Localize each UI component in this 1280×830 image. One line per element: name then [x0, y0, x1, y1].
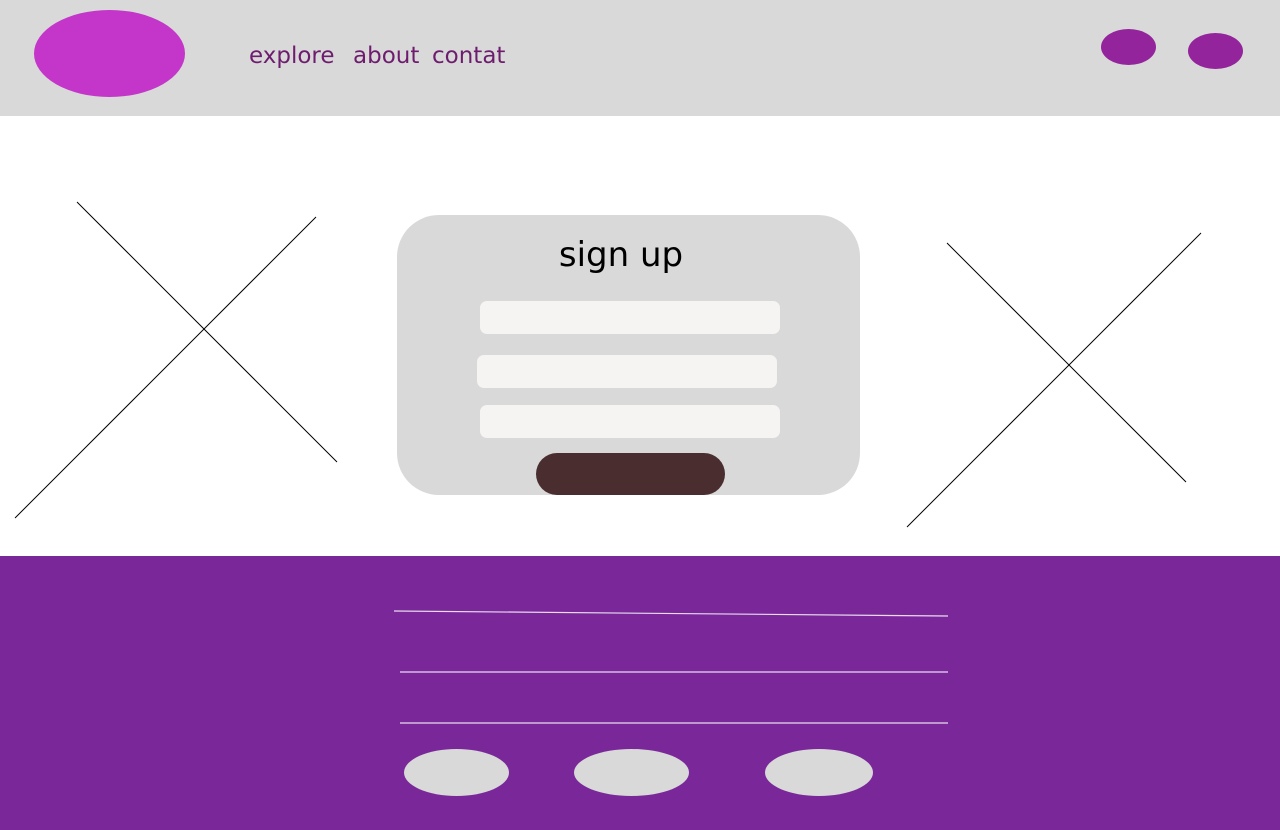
social-circle-icon-3[interactable] — [765, 749, 873, 796]
menu-circle-icon[interactable] — [1188, 33, 1243, 69]
signup-field-2[interactable] — [477, 355, 777, 388]
logo-icon[interactable] — [34, 10, 185, 97]
social-circle-icon-1[interactable] — [404, 749, 509, 796]
header-bar — [0, 0, 1280, 116]
nav-about-link[interactable]: about — [353, 40, 419, 72]
signup-title: sign up — [558, 235, 684, 275]
profile-circle-icon[interactable] — [1101, 29, 1156, 65]
social-circle-icon-2[interactable] — [574, 749, 689, 796]
nav-explore-link[interactable]: explore — [249, 40, 335, 72]
signup-submit-button[interactable] — [536, 453, 725, 495]
signup-field-1[interactable] — [480, 301, 780, 334]
page: explore about contat sign up — [0, 0, 1280, 830]
footer-line-1 — [393, 610, 949, 617]
right-image-placeholder-icon — [906, 232, 1202, 528]
signup-field-3[interactable] — [480, 405, 780, 438]
nav-contact-link[interactable]: contat — [432, 40, 505, 72]
